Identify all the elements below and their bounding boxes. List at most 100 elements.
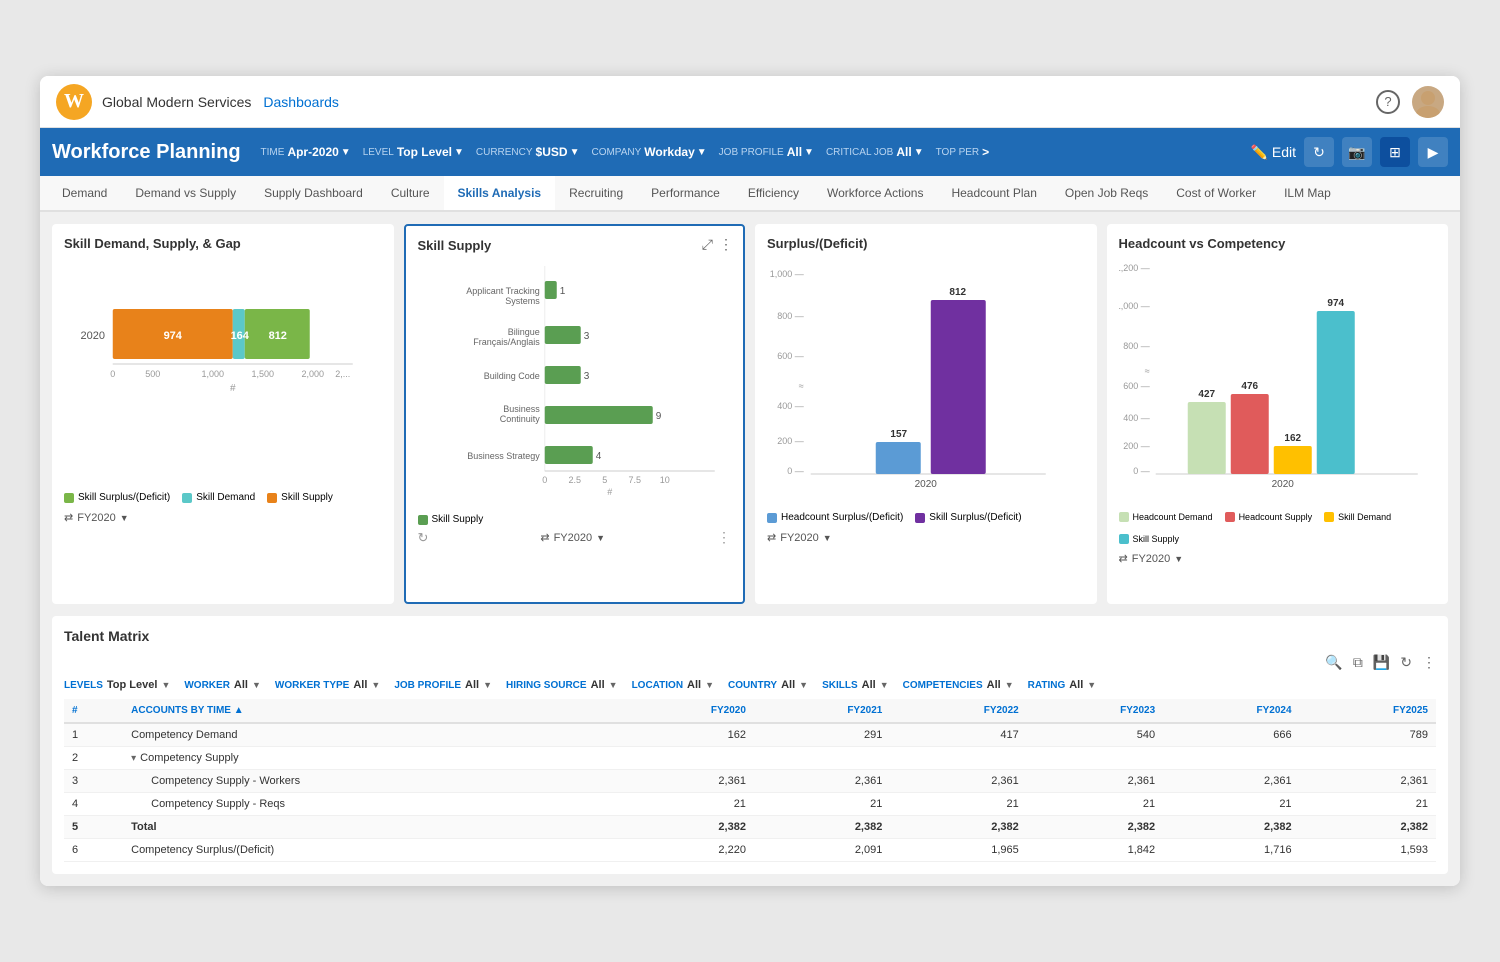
tab-recruiting[interactable]: Recruiting: [555, 176, 637, 212]
surplus-svg: 1,000 — 800 — 600 — ≈ 400 — 200 — 0 — 15…: [767, 259, 1085, 499]
filter-skills[interactable]: SKILLS All ▼: [822, 679, 889, 691]
filter-hiring-source[interactable]: HIRING SOURCE All ▼: [506, 679, 618, 691]
svg-text:#: #: [607, 487, 612, 497]
tab-workforce-actions[interactable]: Workforce Actions: [813, 176, 937, 212]
svg-text:974: 974: [1327, 298, 1344, 309]
chart1-fy-selector[interactable]: ⇄ FY2020 ▼: [64, 511, 129, 524]
top-bar-right: ?: [1376, 86, 1444, 118]
grid-view-button[interactable]: ⊞: [1380, 137, 1410, 167]
tab-ilm-map[interactable]: ILM Map: [1270, 176, 1345, 212]
filter-time[interactable]: TIME Apr-2020 ▼: [261, 145, 351, 159]
skill-supply-svg: 1 Applicant Tracking Systems 3 Bilingue …: [418, 261, 732, 501]
refresh-small-icon: ↻: [418, 530, 429, 546]
tab-culture[interactable]: Culture: [377, 176, 444, 212]
legend-skill-supply4: Skill Supply: [1119, 534, 1180, 544]
col-fy2022: FY2022: [890, 699, 1026, 723]
tab-headcount-plan[interactable]: Headcount Plan: [937, 176, 1050, 212]
svg-text:10: 10: [659, 475, 669, 485]
save-icon[interactable]: 💾: [1373, 654, 1390, 671]
svg-text:Systems: Systems: [505, 296, 540, 306]
svg-text:#: #: [230, 383, 236, 394]
more-icon[interactable]: ⋮: [719, 236, 733, 253]
tab-efficiency[interactable]: Efficiency: [734, 176, 813, 212]
table-row: 6 Competency Surplus/(Deficit) 2,220 2,0…: [64, 839, 1436, 862]
tab-cost-of-worker[interactable]: Cost of Worker: [1162, 176, 1270, 212]
table-row: 2 ▾Competency Supply: [64, 747, 1436, 770]
legend-skill-supply: Skill Supply: [267, 492, 333, 503]
filter-country[interactable]: COUNTRY All ▼: [728, 679, 808, 691]
tab-bar: Demand Demand vs Supply Supply Dashboard…: [40, 176, 1460, 212]
filter-critical-job[interactable]: CRITICAL JOB All ▼: [826, 145, 924, 159]
table-row: 4 Competency Supply - Reqs 21 21 21 21 2…: [64, 793, 1436, 816]
filter-job-profile-table[interactable]: JOB PROFILE All ▼: [394, 679, 492, 691]
video-button[interactable]: ▶: [1418, 137, 1448, 167]
tab-demand[interactable]: Demand: [48, 176, 121, 212]
top-bar: W Global Modern Services Dashboards ?: [40, 76, 1460, 128]
nav-bar: Workforce Planning TIME Apr-2020 ▼ LEVEL…: [40, 128, 1460, 176]
tab-skills-analysis[interactable]: Skills Analysis: [444, 176, 556, 212]
svg-text:Français/Anglais: Français/Anglais: [473, 337, 540, 347]
chart1-title: Skill Demand, Supply, & Gap: [64, 236, 382, 251]
tab-open-job-reqs[interactable]: Open Job Reqs: [1051, 176, 1162, 212]
filter-level[interactable]: LEVEL Top Level ▼: [363, 145, 464, 159]
more-table-icon[interactable]: ⋮: [1422, 654, 1436, 671]
help-icon[interactable]: ?: [1376, 90, 1400, 114]
legend-hc-supply: Headcount Supply: [1225, 512, 1313, 522]
chart2-fy-selector[interactable]: ⇄ FY2020 ▼: [540, 531, 605, 544]
svg-text:162: 162: [1284, 433, 1301, 444]
table-row: 1 Competency Demand 162 291 417 540 666 …: [64, 723, 1436, 747]
surplus-deficit-card: Surplus/(Deficit) 1,000 — 800 — 600 — ≈ …: [755, 224, 1097, 604]
svg-text:1,000: 1,000: [201, 369, 224, 379]
chart4-fy-selector[interactable]: ⇄ FY2020 ▼: [1119, 552, 1184, 565]
skill-demand-supply-gap-card: Skill Demand, Supply, & Gap 2020 974 164…: [52, 224, 394, 604]
workday-logo: W: [56, 84, 92, 120]
filter-top-per[interactable]: TOP PER >: [936, 145, 990, 159]
filter-currency[interactable]: CURRENCY $USD ▼: [476, 145, 580, 159]
legend-skill-demand4: Skill Demand: [1324, 512, 1391, 522]
svg-text:200 —: 200 —: [1123, 441, 1150, 451]
filter-company[interactable]: COMPANY Workday ▼: [591, 145, 706, 159]
edit-button[interactable]: ✏️ Edit: [1250, 144, 1296, 161]
filter-job-profile[interactable]: JOB PROFILE All ▼: [719, 145, 814, 159]
chart2-legend: Skill Supply: [418, 514, 732, 525]
filter-rating[interactable]: RATING All ▼: [1028, 679, 1097, 691]
filter-icon[interactable]: ⧉: [1353, 654, 1363, 671]
legend-hc-demand: Headcount Demand: [1119, 512, 1213, 522]
svg-text:≈: ≈: [799, 381, 804, 391]
svg-text:2020: 2020: [915, 479, 938, 490]
search-icon[interactable]: 🔍: [1325, 654, 1342, 671]
col-fy2020: FY2020: [618, 699, 754, 723]
tab-performance[interactable]: Performance: [637, 176, 734, 212]
svg-text:Applicant Tracking: Applicant Tracking: [466, 286, 540, 296]
svg-text:4: 4: [595, 451, 601, 462]
filter-competencies[interactable]: COMPETENCIES All ▼: [903, 679, 1014, 691]
svg-text:≈: ≈: [1144, 366, 1149, 376]
camera-button[interactable]: 📷: [1342, 137, 1372, 167]
expand-icon[interactable]: ⤢: [702, 236, 713, 253]
svg-text:1: 1: [559, 286, 565, 297]
filter-location[interactable]: LOCATION All ▼: [632, 679, 714, 691]
col-fy2021: FY2021: [754, 699, 890, 723]
svg-text:3: 3: [583, 371, 589, 382]
dashboards-link[interactable]: Dashboards: [263, 94, 339, 110]
col-num: #: [64, 699, 123, 723]
svg-text:1,000 —: 1,000 —: [770, 269, 804, 279]
more-options-icon[interactable]: ⋮: [717, 529, 731, 546]
refresh-table-icon[interactable]: ↻: [1400, 654, 1412, 671]
tab-demand-vs-supply[interactable]: Demand vs Supply: [121, 176, 250, 212]
filter-worker[interactable]: WORKER All ▼: [184, 679, 261, 691]
filter-levels[interactable]: LEVELS Top Level ▼: [64, 679, 170, 691]
svg-text:Business: Business: [503, 404, 540, 414]
svg-text:Business Strategy: Business Strategy: [467, 451, 540, 461]
hvc-svg: 1,200 — 1,000 — 800 — ≈ 600 — 400 — 200 …: [1119, 259, 1437, 499]
filter-worker-type[interactable]: WORKER TYPE All ▼: [275, 679, 380, 691]
user-avatar[interactable]: [1412, 86, 1444, 118]
col-accounts[interactable]: ACCOUNTS BY TIME ▲: [123, 699, 617, 723]
tab-supply-dashboard[interactable]: Supply Dashboard: [250, 176, 377, 212]
chart3-fy-selector[interactable]: ⇄ FY2020 ▼: [767, 531, 832, 544]
charts-row: Skill Demand, Supply, & Gap 2020 974 164…: [52, 224, 1448, 604]
refresh-button[interactable]: ↻: [1304, 137, 1334, 167]
col-fy2025: FY2025: [1300, 699, 1436, 723]
svg-text:2,000: 2,000: [301, 369, 324, 379]
page-title: Workforce Planning: [52, 141, 241, 164]
